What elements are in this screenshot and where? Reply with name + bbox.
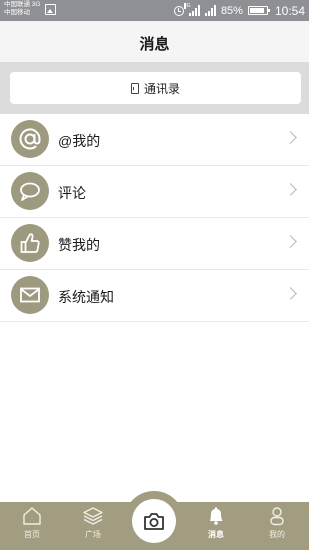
- person-icon: [270, 507, 284, 526]
- status-right: 4G 85% 10:54: [173, 0, 305, 21]
- list-item-label: 赞我的: [58, 237, 100, 253]
- speech-bubble-icon: [11, 172, 49, 210]
- layers-icon: [83, 507, 103, 525]
- contacts-label: 通讯录: [143, 81, 180, 96]
- address-book-icon: [130, 82, 139, 94]
- camera-button[interactable]: [132, 499, 176, 543]
- home-icon: [23, 507, 41, 525]
- list-item-label: 评论: [58, 185, 86, 201]
- signal-icon-2: [204, 5, 216, 16]
- contacts-section: 通讯录: [0, 62, 309, 114]
- tab-label: 我的: [269, 530, 285, 539]
- tab-label: 消息: [208, 530, 224, 539]
- at-icon: [11, 120, 49, 158]
- page-title: 消息: [139, 36, 170, 53]
- battery-percent: 85%: [220, 4, 243, 17]
- carrier-1: 中国联通 3G: [4, 1, 41, 8]
- chevron-right-icon: [284, 287, 297, 300]
- tab-square[interactable]: 广场: [68, 506, 118, 540]
- gallery-notification-icon: [45, 4, 56, 15]
- bell-icon: [210, 507, 223, 525]
- tab-home[interactable]: 首页: [7, 506, 57, 540]
- chevron-right-icon: [284, 183, 297, 196]
- carrier-info: 中国联通 3G 中国移动: [4, 1, 40, 17]
- envelope-icon: [11, 276, 49, 314]
- tab-label: 广场: [85, 530, 101, 539]
- tab-profile[interactable]: 我的: [252, 506, 302, 540]
- tab-label: 首页: [24, 530, 40, 539]
- signal-icon: 4G: [183, 3, 200, 16]
- camera-icon: [144, 513, 164, 530]
- thumbs-up-icon: [11, 224, 49, 262]
- signal-label: 4G: [183, 3, 191, 9]
- list-item-system-notifications[interactable]: 系统通知: [0, 270, 309, 322]
- carrier-2: 中国移动: [4, 9, 30, 16]
- clock: 10:54: [274, 3, 305, 18]
- status-bar: 中国联通 3G 中国移动 4G 85% 10:54: [0, 0, 309, 21]
- tab-messages[interactable]: 消息: [191, 506, 241, 540]
- list-item-label: 系统通知: [58, 289, 114, 305]
- list-item-comments[interactable]: 评论: [0, 166, 309, 218]
- camera-button-container: [124, 491, 184, 550]
- alarm-icon: [173, 5, 184, 16]
- message-category-list: @我的 评论 赞我的 系统通知: [0, 114, 309, 322]
- list-item-mentions[interactable]: @我的: [0, 114, 309, 166]
- chevron-right-icon: [284, 131, 297, 144]
- contacts-button[interactable]: 通讯录: [10, 72, 301, 104]
- chevron-right-icon: [284, 235, 297, 248]
- list-item-likes[interactable]: 赞我的: [0, 218, 309, 270]
- battery-icon: [247, 6, 270, 15]
- header: 消息: [0, 21, 309, 62]
- list-item-label: @我的: [58, 133, 101, 149]
